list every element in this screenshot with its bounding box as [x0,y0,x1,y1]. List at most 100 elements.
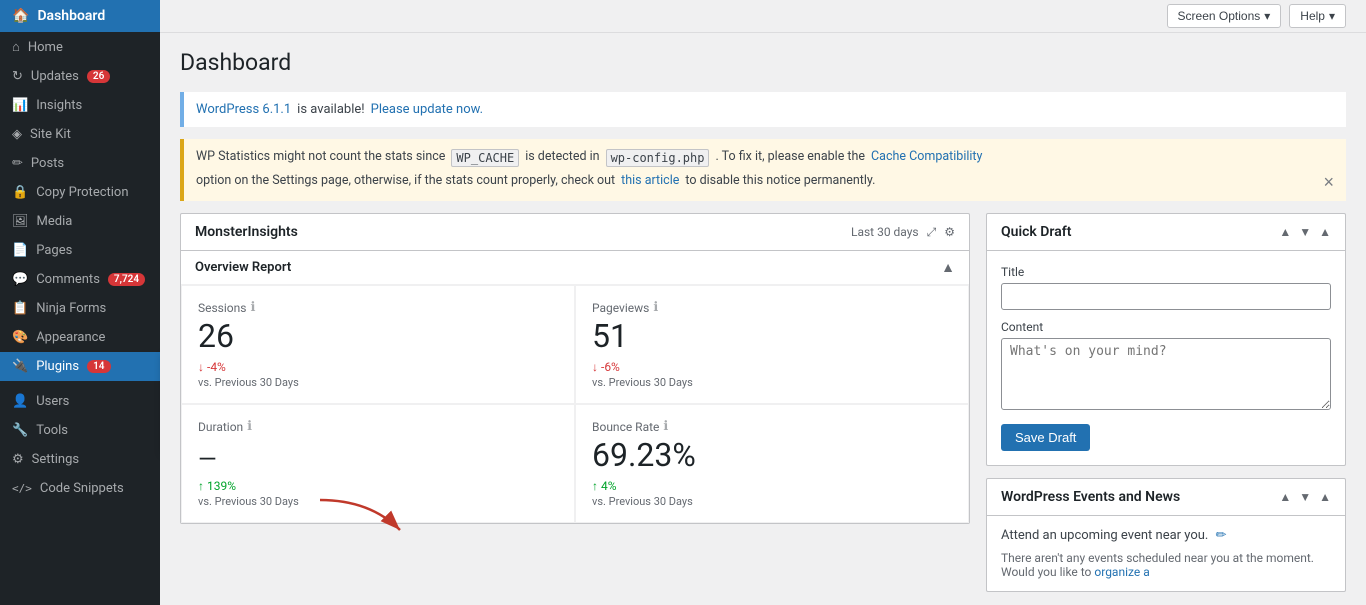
wp-events-controls: ▲ ▼ ▲ [1279,490,1331,504]
wpstats-notice-close[interactable]: × [1323,173,1334,191]
wp-events-widget: WordPress Events and News ▲ ▼ ▲ Attend a… [986,478,1346,592]
plugins-section: 🔌 Plugins 14 Installed Plugins Add New P… [0,352,160,381]
save-draft-button[interactable]: Save Draft [1001,424,1090,451]
sidebar-item-ninja-forms[interactable]: 📋 Ninja Forms [0,294,160,323]
home-icon: ⌂ [12,39,20,55]
content-label: Content [1001,320,1331,334]
sidebar-item-code-snippets[interactable]: </> Code Snippets [0,474,160,503]
sidebar-header-label: Dashboard [37,8,105,24]
comments-badge: 7,724 [108,273,145,286]
sidebar-item-label: Appearance [36,330,105,345]
dashboard-columns: MonsterInsights Last 30 days ⤢ ⚙ Overvie… [180,213,1346,592]
duration-info-icon[interactable]: ℹ [247,419,252,434]
update-notice-message: is available! [297,102,364,117]
sidebar-item-insights[interactable]: 📊 Insights [0,91,160,120]
title-field-group: Title [1001,265,1331,310]
monsterinsights-controls: Last 30 days ⤢ ⚙ [851,225,955,240]
quick-draft-toggle[interactable]: ▲ [1319,225,1331,239]
posts-icon: ✏ [12,156,23,171]
right-column: Quick Draft ▲ ▼ ▲ Title Cont [986,213,1346,592]
wp-events-collapse-up[interactable]: ▲ [1279,490,1291,504]
stat-duration-vs: vs. Previous 30 Days [198,495,558,508]
monsterinsights-widget: MonsterInsights Last 30 days ⤢ ⚙ Overvie… [180,213,970,524]
events-no-events-text: There aren't any events scheduled near y… [1001,551,1331,579]
sidebar-item-label: Ninja Forms [36,301,106,316]
wpstats-text3: . To fix it, please enable the [715,149,865,164]
wp-events-header[interactable]: WordPress Events and News ▲ ▼ ▲ [987,479,1345,516]
sidebar-item-label: Updates [31,69,79,84]
sidebar-item-updates[interactable]: ↻ Updates 26 [0,62,160,91]
stat-bounce-rate: Bounce Rate ℹ 69.23% ↑ 4% vs. Previous 3… [575,404,969,523]
quick-draft-collapse-up[interactable]: ▲ [1279,225,1291,239]
stat-duration-label: Duration ℹ [198,419,558,434]
stat-duration: Duration ℹ — ↑ 139% vs. Previous 30 Days [181,404,575,523]
sidebar-item-appearance[interactable]: 🎨 Appearance [0,323,160,352]
content-textarea[interactable] [1001,338,1331,410]
sidebar-item-home[interactable]: ⌂ Home [0,32,160,62]
fullscreen-icon[interactable]: ⤢ [927,225,937,240]
stat-pageviews-value: 51 [592,319,952,354]
bounce-up-arrow: ↑ [592,479,598,493]
events-edit-icon[interactable]: ✏ [1216,528,1227,543]
pageviews-info-icon[interactable]: ℹ [653,300,658,315]
overview-collapse[interactable]: ▲ [941,259,955,276]
settings-icon: ⚙ [12,452,24,467]
pageviews-down-arrow: ↓ [592,360,598,374]
monsterinsights-period: Last 30 days [851,225,919,239]
quick-draft-body: Title Content Save Draft [987,251,1345,465]
updates-badge: 26 [87,70,110,83]
monsterinsights-body: Overview Report ▲ Sessions ℹ 26 [181,251,969,523]
update-now-link[interactable]: Please update now. [371,102,483,117]
stat-pageviews-label: Pageviews ℹ [592,300,952,315]
plugins-icon: 🔌 [12,359,28,374]
stat-bounce-label: Bounce Rate ℹ [592,419,952,434]
sidebar-item-settings[interactable]: ⚙ Settings [0,445,160,474]
quick-draft-collapse-down[interactable]: ▼ [1299,225,1311,239]
organize-link[interactable]: organize a [1094,565,1149,579]
gear-icon[interactable]: ⚙ [944,225,955,239]
stats-grid: Sessions ℹ 26 ↓ -4% vs. Previous 30 Days [181,285,969,523]
sidebar-item-posts[interactable]: ✏ Posts [0,149,160,178]
sidebar-item-pages[interactable]: 📄 Pages [0,236,160,265]
screen-options-label: Screen Options [1178,9,1261,23]
cache-compatibility-link[interactable]: Cache Compatibility [871,149,982,164]
wpstats-notice: WP Statistics might not count the stats … [180,139,1346,201]
monsterinsights-title: MonsterInsights [195,224,298,240]
wp-events-collapse-down[interactable]: ▼ [1299,490,1311,504]
quick-draft-title: Quick Draft [1001,224,1071,240]
stat-bounce-value: 69.23% [592,438,952,473]
stat-sessions: Sessions ℹ 26 ↓ -4% vs. Previous 30 Days [181,285,575,404]
sidebar-item-label: Settings [32,452,79,467]
stat-bounce-change: ↑ 4% [592,479,952,493]
copy-protection-icon: 🔒 [12,185,28,200]
monsterinsights-header[interactable]: MonsterInsights Last 30 days ⤢ ⚙ [181,214,969,251]
quick-draft-header[interactable]: Quick Draft ▲ ▼ ▲ [987,214,1345,251]
sidebar-item-plugins[interactable]: 🔌 Plugins 14 [0,352,160,381]
bounce-info-icon[interactable]: ℹ [663,419,668,434]
sessions-info-icon[interactable]: ℹ [250,300,255,315]
update-version-link[interactable]: WordPress 6.1.1 [196,102,291,117]
wpstats-text4: option on the Settings page, otherwise, … [196,173,615,188]
sidebar-item-label: Users [36,394,69,409]
screen-options-button[interactable]: Screen Options ▾ [1167,4,1282,28]
sidebar-item-label: Site Kit [30,127,71,142]
media-icon: 🖼 [12,214,29,229]
sidebar-item-media[interactable]: 🖼 Media [0,207,160,236]
help-button[interactable]: Help ▾ [1289,4,1346,28]
sidebar-item-comments[interactable]: 💬 Comments 7,724 [0,265,160,294]
wpstats-text2: is detected in [525,149,599,164]
sidebar-item-tools[interactable]: 🔧 Tools [0,416,160,445]
events-attend-text: Attend an upcoming event near you. ✏ [1001,528,1331,543]
tools-icon: 🔧 [12,423,28,438]
sidebar-item-copy-protection[interactable]: 🔒 Copy Protection [0,178,160,207]
sidebar-item-label: Media [37,214,73,229]
sidebar-item-sitekit[interactable]: ◈ Site Kit [0,120,160,149]
screen-options-chevron: ▾ [1264,9,1270,23]
title-input[interactable] [1001,283,1331,310]
this-article-link[interactable]: this article [621,173,679,188]
sidebar-dashboard-header[interactable]: 🏠 Dashboard [0,0,160,32]
content-field-group: Content [1001,320,1331,414]
sidebar-item-users[interactable]: 👤 Users [0,387,160,416]
stat-pageviews-change: ↓ -6% [592,360,952,374]
wp-events-toggle[interactable]: ▲ [1319,490,1331,504]
